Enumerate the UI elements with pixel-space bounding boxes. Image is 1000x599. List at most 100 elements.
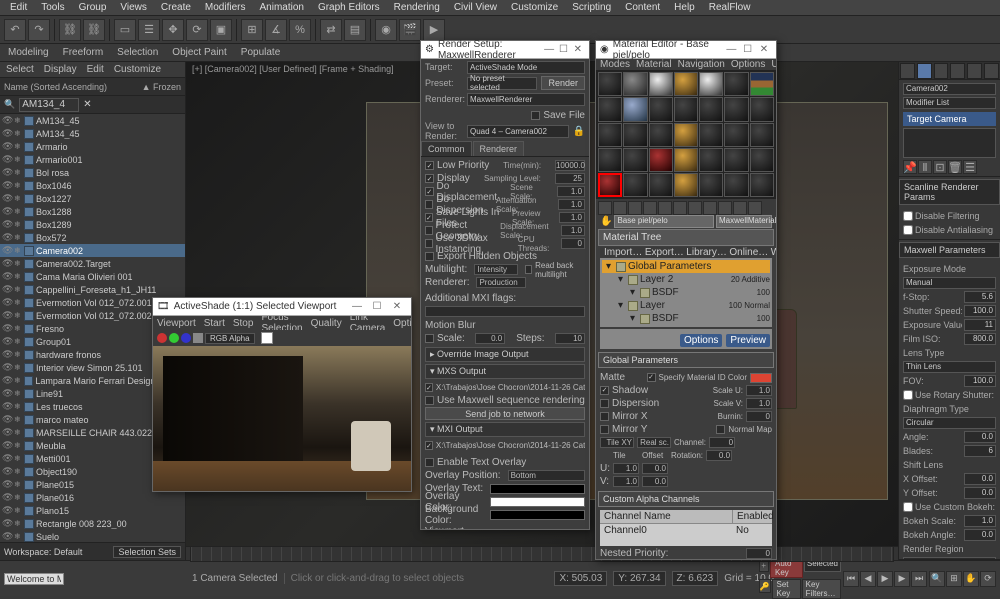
library-button[interactable]: Library… (686, 247, 727, 258)
freeze-icon[interactable]: ❄ (14, 116, 22, 125)
tab-display[interactable]: Display (44, 64, 77, 75)
red-channel-icon[interactable] (157, 333, 167, 343)
me-navigation[interactable]: Navigation (678, 59, 725, 70)
alpha-channels-rollout[interactable]: Custom Alpha Channels (598, 491, 774, 507)
visibility-icon[interactable]: 👁 (2, 349, 12, 360)
freeze-icon[interactable]: ❄ (14, 376, 22, 385)
rs-minimize-button[interactable]: — (542, 44, 556, 55)
preset-combo[interactable]: No preset selected (467, 77, 537, 90)
swatch-34[interactable] (724, 173, 748, 197)
freeze-icon[interactable]: ❄ (14, 233, 22, 242)
assign-icon[interactable] (628, 201, 642, 215)
v-offset-spinner[interactable]: 0.0 (642, 476, 668, 487)
specify-id-check[interactable] (647, 373, 656, 382)
swatch-25[interactable] (674, 148, 698, 172)
rs-check[interactable] (425, 200, 433, 209)
v-tile-spinner[interactable]: 1.0 (613, 476, 639, 487)
visibility-icon[interactable]: 👁 (2, 505, 12, 516)
tab-modify-icon[interactable] (917, 63, 932, 79)
goto-end-button[interactable]: ⏭ (911, 571, 927, 587)
freeze-icon[interactable]: ❄ (14, 428, 22, 437)
white-swatch[interactable] (261, 332, 273, 344)
visibility-icon[interactable]: 👁 (2, 518, 12, 529)
rs-maximize-button[interactable]: ☐ (556, 44, 570, 55)
select-button[interactable]: ▭ (114, 19, 136, 41)
link-button[interactable]: ⛓ (59, 19, 81, 41)
tab-edit[interactable]: Edit (87, 64, 104, 75)
green-channel-icon[interactable] (169, 333, 179, 343)
ev-spinner[interactable]: 11 (964, 319, 996, 331)
fov-spinner[interactable]: 100.0 (964, 375, 996, 387)
rotary-check[interactable] (903, 390, 913, 400)
overlay-text-field[interactable] (490, 484, 585, 494)
mirrory-check[interactable] (600, 425, 609, 434)
get-material-icon[interactable] (598, 201, 612, 215)
visibility-icon[interactable]: 👁 (2, 531, 12, 542)
angle-spinner[interactable]: 0.0 (964, 431, 996, 443)
options-icon[interactable] (733, 201, 747, 215)
u-tile-spinner[interactable]: 1.0 (613, 463, 639, 474)
rs-close-button[interactable]: ✕ (571, 44, 585, 55)
coord-y[interactable]: Y: 267.34 (613, 571, 665, 586)
visibility-icon[interactable]: 👁 (2, 297, 12, 308)
material-editor-button[interactable]: ◉ (375, 19, 397, 41)
visibility-icon[interactable]: 👁 (2, 271, 12, 282)
normalmap-check[interactable] (716, 425, 725, 434)
visibility-icon[interactable]: 👁 (2, 167, 12, 178)
swatch-17[interactable] (649, 123, 673, 147)
modifier-stack[interactable] (903, 128, 996, 158)
freeze-icon[interactable]: ❄ (14, 363, 22, 372)
textoverlay-check[interactable] (425, 458, 434, 467)
swatch-10[interactable] (649, 97, 673, 121)
material-name-field[interactable]: Base piel/pelo (614, 215, 714, 228)
undo-button[interactable]: ↶ (4, 19, 26, 41)
snap-button[interactable]: ⊞ (241, 19, 263, 41)
select-name-button[interactable]: ☰ (138, 19, 160, 41)
swatch-4[interactable] (674, 72, 698, 96)
minimize-button[interactable]: — (347, 301, 367, 312)
rs-check[interactable] (425, 174, 434, 183)
rotate-button[interactable]: ⟳ (186, 19, 208, 41)
tab-customize[interactable]: Customize (114, 64, 161, 75)
ribbon-modeling[interactable]: Modeling (8, 47, 49, 58)
disable-filtering-check[interactable] (903, 211, 913, 221)
setkey-icon[interactable]: 🔑 (759, 579, 771, 593)
configure-icon[interactable]: ☰ (963, 160, 977, 174)
next-frame-button[interactable]: ▶ (894, 571, 910, 587)
scene-item[interactable]: 👁❄Suelo (0, 530, 185, 542)
bg-color-swatch[interactable] (490, 510, 585, 520)
alpha-row[interactable]: Channel0No (600, 524, 772, 546)
select-by-mat-icon[interactable] (748, 201, 762, 215)
rs-check[interactable] (425, 252, 434, 261)
swatch-30[interactable] (623, 173, 647, 197)
zoom-all-icon[interactable]: ⊞ (946, 571, 962, 587)
modifier-list-combo[interactable]: Modifier List (903, 97, 996, 109)
freeze-icon[interactable]: ❄ (14, 480, 22, 489)
swatch-35[interactable] (750, 173, 774, 197)
clear-search-icon[interactable]: ✕ (83, 99, 91, 110)
readback-check[interactable] (525, 265, 532, 274)
bokeh-check[interactable] (903, 502, 913, 512)
stack-target-camera[interactable]: Target Camera (903, 112, 996, 126)
prev-frame-button[interactable]: ◀ (860, 571, 876, 587)
disable-aa-check[interactable] (903, 225, 913, 235)
swatch-22[interactable] (598, 148, 622, 172)
scalev-spinner[interactable]: 1.0 (746, 398, 772, 409)
visibility-icon[interactable]: 👁 (2, 414, 12, 425)
swatch-18[interactable] (674, 123, 698, 147)
maximize-button[interactable]: ☐ (367, 301, 387, 312)
visibility-icon[interactable]: 👁 (2, 427, 12, 438)
menu-content[interactable]: Content (619, 1, 666, 14)
scene-item[interactable]: 👁❄Armario001 (0, 153, 185, 166)
menu-views[interactable]: Views (114, 1, 153, 14)
freeze-icon[interactable]: ❄ (14, 298, 22, 307)
as-stop[interactable]: Stop (233, 318, 254, 329)
swatch-23[interactable] (623, 148, 647, 172)
coord-z[interactable]: Z: 6.623 (672, 571, 719, 586)
swatch-29-selected[interactable] (598, 173, 622, 197)
as-options[interactable]: Options… (393, 318, 411, 329)
swatch-8[interactable] (598, 97, 622, 121)
burnin-spinner[interactable]: 0 (746, 411, 772, 422)
rs-value-spinner[interactable]: 10000.0 (555, 160, 585, 171)
zoom-icon[interactable]: 🔍 (929, 571, 945, 587)
